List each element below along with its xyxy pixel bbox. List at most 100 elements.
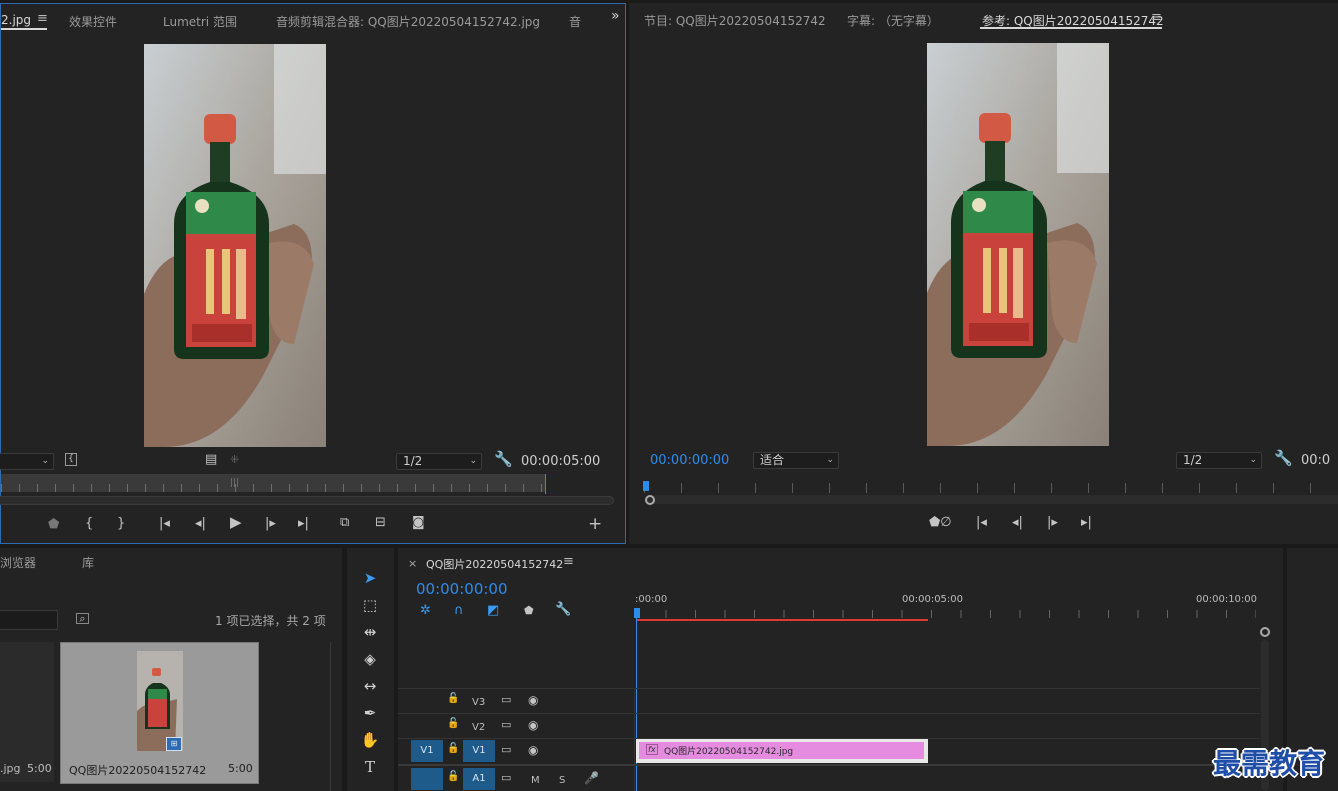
step-back-icon[interactable]: ◂| — [1012, 516, 1023, 529]
find-icon[interactable]: ⌕ — [76, 613, 89, 624]
tab-source[interactable]: 2.jpg — [1, 13, 31, 27]
project-item-left[interactable] — [0, 642, 54, 782]
close-icon[interactable]: × — [408, 557, 417, 570]
eye-icon[interactable]: ◉ — [528, 719, 538, 731]
toggle-sync-icon[interactable]: ▭ — [501, 694, 511, 705]
work-area-bar[interactable] — [636, 619, 928, 621]
overwrite-icon[interactable]: ⊟ — [375, 516, 386, 529]
lock-icon[interactable]: 🔓 — [447, 694, 459, 704]
go-to-out-icon[interactable]: ▸| — [298, 517, 309, 530]
nest-icon[interactable]: ✲ — [420, 604, 431, 617]
toggle-sync-icon[interactable]: ▭ — [501, 772, 511, 783]
lock-icon[interactable]: 🔓 — [447, 744, 459, 754]
drag-video-icon[interactable]: ▤ — [205, 453, 217, 466]
mute-button[interactable]: M — [531, 775, 540, 786]
go-to-in-icon[interactable]: |◂ — [976, 516, 987, 529]
toggle-sync-icon[interactable]: ▭ — [501, 719, 511, 730]
selection-tool-icon[interactable]: ➤ — [357, 567, 383, 589]
program-resolution-dropdown[interactable]: 1/2 ⌄ — [1176, 452, 1262, 469]
add-marker-icon[interactable]: ⬟ — [48, 518, 59, 531]
add-button-icon[interactable]: + — [588, 516, 602, 533]
pen-tool-icon[interactable]: ✒ — [357, 702, 383, 724]
source-resolution-dropdown[interactable]: 1/2 ⌄ — [396, 453, 482, 470]
hand-tool-icon[interactable]: ✋ — [357, 729, 383, 751]
toggle-sync-icon[interactable]: ▭ — [501, 744, 511, 755]
project-search-input[interactable] — [0, 610, 58, 630]
source-zoom-dropdown[interactable]: ⌄ — [0, 453, 54, 470]
menu-icon[interactable]: ≡ — [37, 11, 48, 26]
track-select-tool-icon[interactable]: ⬚ — [357, 594, 383, 616]
sequence-name-tab[interactable]: QQ图片20220504152742 — [426, 556, 563, 572]
track-header-divider — [634, 688, 635, 791]
program-timecode[interactable]: 00:00:00:00 — [650, 453, 729, 468]
insert-icon[interactable]: ⧉ — [340, 516, 349, 529]
tab-lumetri-scopes[interactable]: Lumetri 范围 — [163, 13, 237, 30]
wrench-icon[interactable]: 🔧 — [1274, 451, 1293, 466]
add-marker-icon[interactable]: ⬟ — [524, 605, 534, 616]
marker-link-icon[interactable]: ⬟∅ — [929, 516, 952, 529]
wrench-icon[interactable]: 🔧 — [555, 603, 571, 616]
source-scrollbar[interactable] — [0, 496, 614, 505]
tab-media-browser[interactable]: 浏览器 — [0, 554, 36, 571]
chevron-double-right-icon[interactable]: » — [611, 8, 620, 24]
drag-audio-icon[interactable]: ⁜ — [230, 454, 239, 465]
source-patch-a1[interactable] — [411, 768, 443, 790]
source-duration-timecode: 00:00:05:00 — [521, 454, 601, 469]
program-ruler-ticks[interactable] — [644, 483, 1338, 493]
fx-badge: fx — [646, 744, 658, 755]
project-item-thumbnail-card[interactable]: ⊞ QQ图片20220504152742 5:00 — [60, 642, 259, 784]
tab-underline — [1, 28, 47, 30]
track-name-v2[interactable]: V2 — [472, 722, 485, 733]
tab-audio-clip-mixer[interactable]: 音频剪辑混合器: QQ图片20220504152742.jpg — [276, 13, 540, 30]
scroll-handle-circle[interactable] — [645, 495, 655, 505]
chevron-down-icon: ⌄ — [826, 455, 834, 465]
snap-magnet-icon[interactable]: ∩ — [454, 604, 464, 617]
wrench-icon[interactable]: 🔧 — [494, 452, 513, 467]
go-to-out-icon[interactable]: ▸| — [1081, 516, 1092, 529]
timeline-timecode[interactable]: 00:00:00:00 — [416, 580, 508, 598]
play-icon[interactable]: ▶ — [230, 515, 242, 530]
eye-icon[interactable]: ◉ — [528, 694, 538, 706]
track-name-a1[interactable]: A1 — [463, 768, 495, 790]
tab-audio[interactable]: 音 — [569, 13, 581, 30]
source-patch-v1[interactable]: V1 — [411, 740, 443, 762]
menu-icon[interactable]: ≡ — [563, 554, 574, 569]
microphone-icon[interactable]: 🎤 — [584, 772, 599, 784]
track-name-v1[interactable]: V1 — [463, 740, 495, 762]
chevron-down-icon: ⌄ — [469, 456, 477, 466]
fit-dropdown[interactable]: 适合 ⌄ — [753, 452, 839, 469]
ripple-edit-tool-icon[interactable]: ⇹ — [357, 621, 383, 643]
tab-captions[interactable]: 字幕: （无字幕） — [847, 12, 939, 29]
lock-icon[interactable]: 🔓 — [447, 772, 459, 782]
slip-tool-icon[interactable]: ↔ — [357, 675, 383, 697]
project-scrollbar[interactable] — [330, 642, 331, 791]
solo-button[interactable]: S — [559, 775, 565, 786]
step-forward-icon[interactable]: |▸ — [265, 517, 276, 530]
tab-effect-controls[interactable]: 效果控件 — [69, 13, 117, 30]
video-track-divider — [398, 688, 1260, 689]
step-forward-icon[interactable]: |▸ — [1047, 516, 1058, 529]
lock-icon[interactable]: 🔓 — [447, 719, 459, 729]
timeline-vertical-scroll-circle[interactable] — [1260, 627, 1270, 637]
razor-tool-icon[interactable]: ◈ — [357, 648, 383, 670]
linked-selection-icon[interactable]: ◩ — [487, 604, 499, 617]
camera-icon[interactable]: ◙ — [412, 516, 425, 529]
timeline-clip[interactable]: fx QQ图片20220504152742.jpg — [636, 739, 928, 763]
track-name-v3[interactable]: V3 — [472, 697, 485, 708]
resolution-value: 1/2 — [403, 454, 423, 468]
program-scrollbar[interactable] — [647, 495, 1338, 504]
thumbnail-image — [137, 651, 183, 751]
timeline-ruler-ticks[interactable] — [636, 610, 1256, 618]
mark-out-icon[interactable]: } — [117, 517, 125, 530]
go-to-in-icon[interactable]: |◂ — [159, 517, 170, 530]
menu-icon[interactable]: ≡ — [1151, 10, 1162, 25]
mark-in-icon[interactable]: { — [85, 517, 93, 530]
timeline-playhead-head[interactable] — [634, 608, 640, 618]
step-back-icon[interactable]: ◂| — [195, 517, 206, 530]
program-playhead[interactable] — [643, 481, 649, 491]
tab-libraries[interactable]: 库 — [82, 554, 94, 571]
type-tool-icon[interactable]: T — [357, 756, 383, 778]
tab-program[interactable]: 节目: QQ图片20220504152742 — [644, 12, 826, 29]
mark-in-bracket-icon[interactable]: { — [65, 453, 77, 466]
eye-icon[interactable]: ◉ — [528, 744, 538, 756]
